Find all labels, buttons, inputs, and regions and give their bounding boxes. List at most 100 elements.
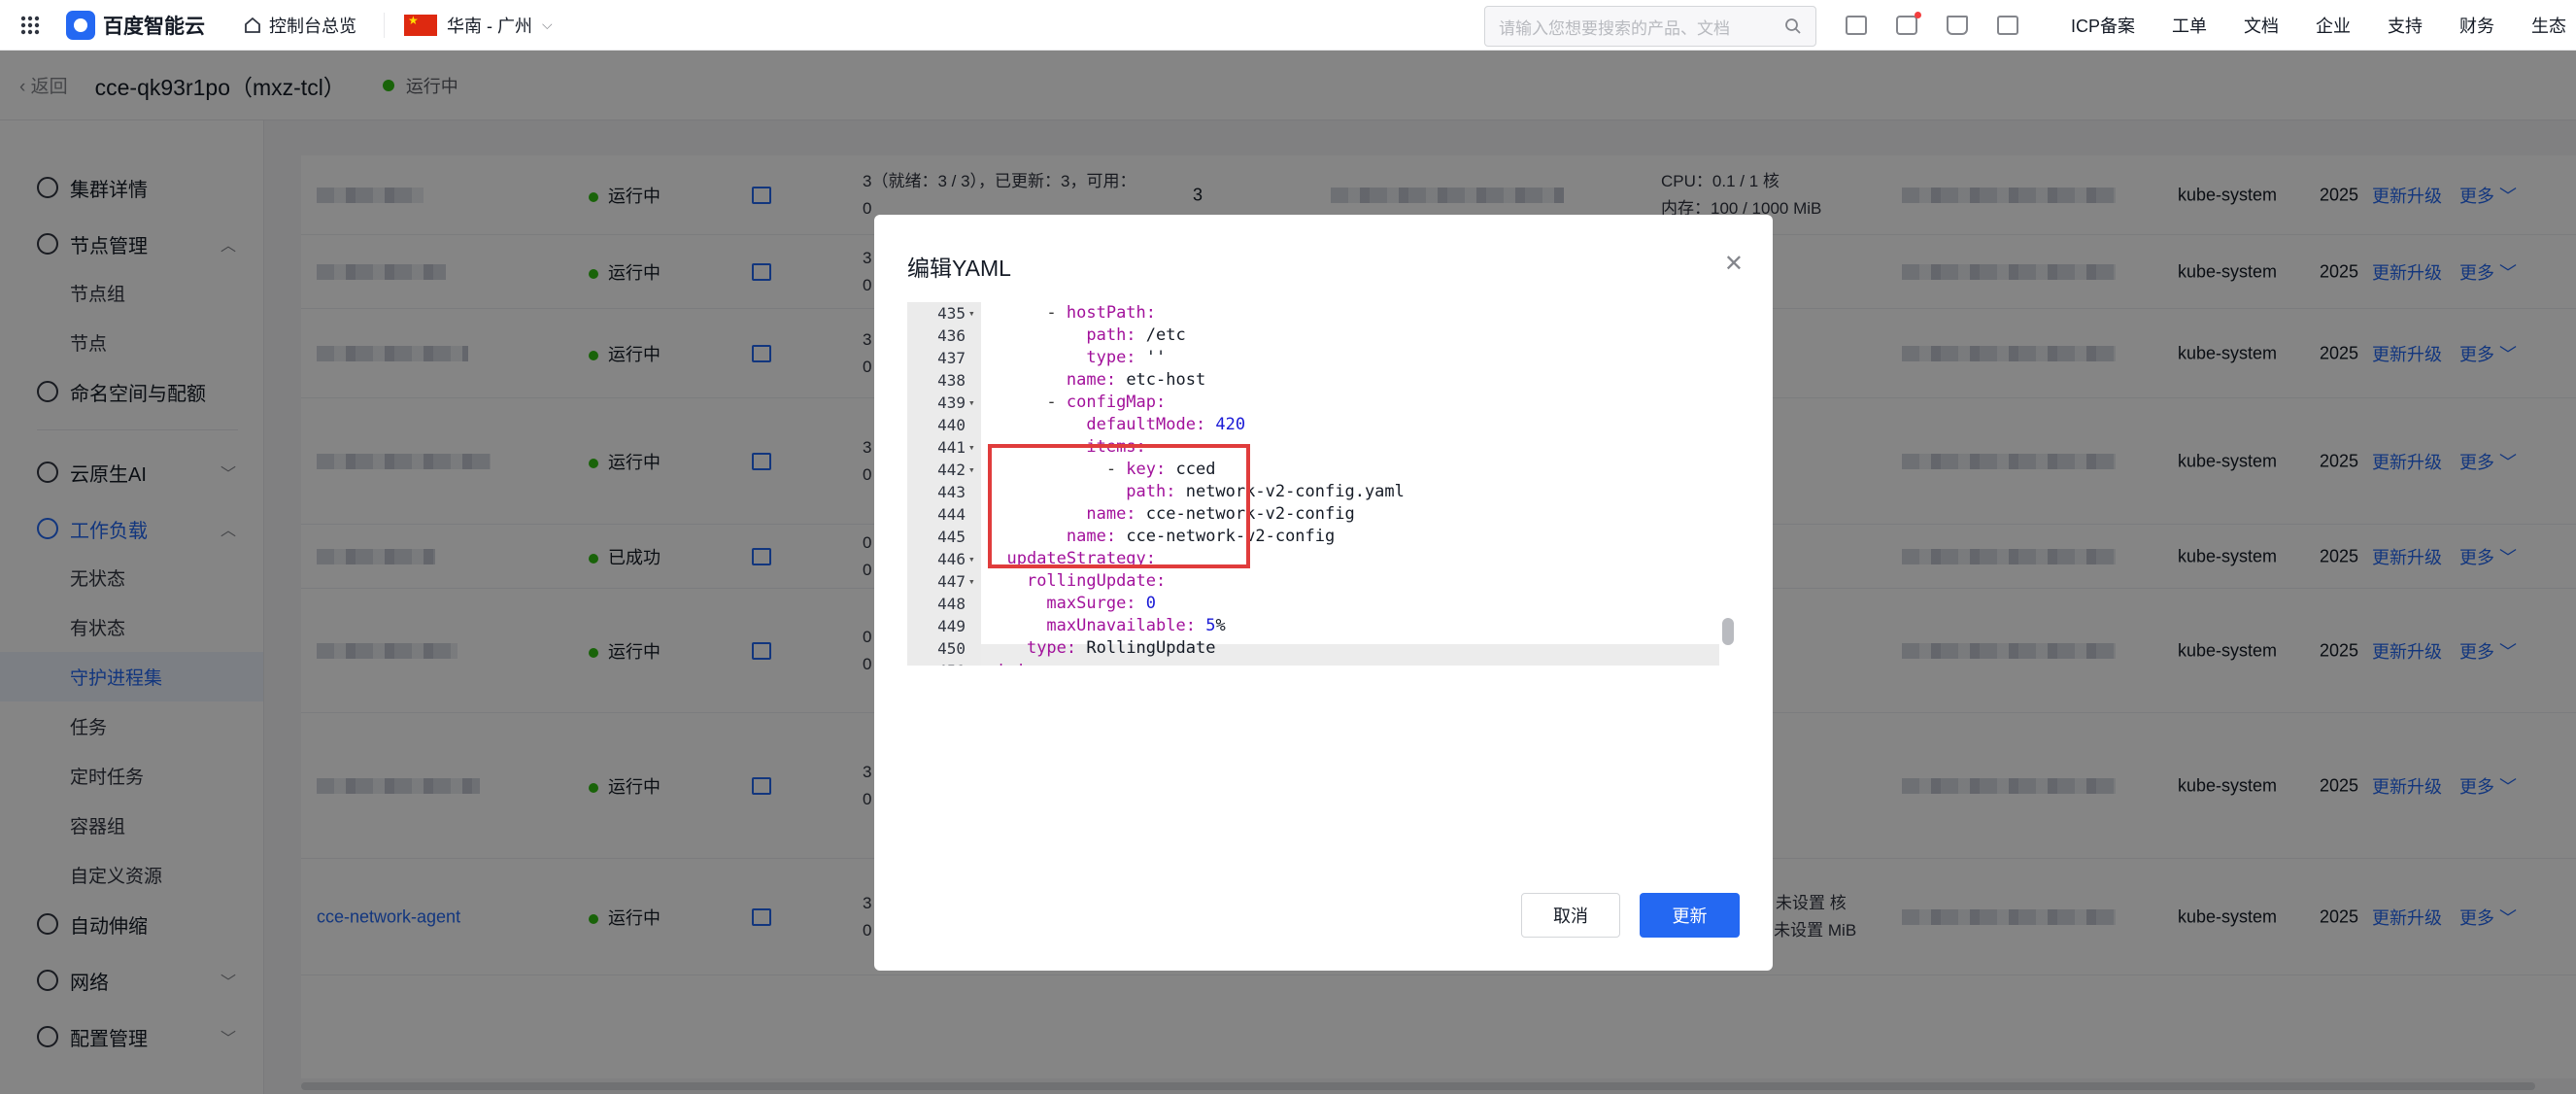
search-icon[interactable] (1784, 17, 1802, 35)
yaml-token: /etc (1135, 325, 1186, 345)
yaml-token: configMap: (1066, 393, 1167, 412)
line-number: 436 (937, 326, 966, 345)
yaml-code: path: /etc (987, 325, 1186, 347)
yaml-token: 5 (1195, 616, 1216, 635)
yaml-token: type: (1026, 638, 1077, 658)
yaml-token: maxSurge: (1046, 594, 1136, 613)
yaml-token (987, 325, 1086, 345)
yaml-line: 450 type: RollingUpdate (907, 637, 1740, 660)
yaml-token: 420 (1205, 415, 1246, 434)
yaml-token (987, 594, 1046, 613)
top-link-ecosystem[interactable]: 生态 (2531, 13, 2566, 38)
fold-toggle-icon[interactable]: ▾ (968, 660, 975, 666)
top-link-ticket[interactable]: 工单 (2172, 13, 2207, 38)
region-selector[interactable]: 华南 - 广州 ⌵ (384, 12, 553, 38)
yaml-token: status: (987, 661, 1057, 666)
top-link-enterprise[interactable]: 企业 (2316, 13, 2351, 38)
cart-icon[interactable] (1947, 16, 1968, 35)
line-number: 435 (937, 304, 966, 323)
fold-toggle-icon[interactable]: ▾ (968, 392, 975, 414)
annotation-box (988, 444, 1250, 568)
top-navbar: 百度智能云 控制台总览 华南 - 广州 ⌵ 请输入您想要搜索的产品、文档 ICP… (0, 0, 2576, 51)
line-number: 444 (937, 505, 966, 524)
dialog-title: 编辑YAML (907, 256, 1011, 281)
search-placeholder: 请输入您想要搜索的产品、文档 (1499, 18, 1730, 38)
yaml-code: maxUnavailable: 5% (987, 615, 1226, 637)
china-flag-icon (404, 14, 437, 36)
close-icon[interactable]: ✕ (1724, 250, 1744, 278)
chevron-down-icon: ⌵ (542, 17, 553, 32)
yaml-token: type: (1086, 348, 1136, 367)
yaml-token: hostPath: (1066, 303, 1157, 323)
line-number: 442 (937, 461, 966, 479)
line-number: 445 (937, 528, 966, 546)
edit-yaml-dialog: 编辑YAML ✕ 435 ▾ - hostPath: 436 path: /etc 4… (874, 215, 1773, 971)
console-home-link[interactable]: 控制台总览 (244, 13, 356, 38)
yaml-code: status: (987, 660, 1057, 666)
message-icon[interactable] (1896, 12, 1921, 35)
yaml-token: '' (1135, 348, 1167, 367)
apps-grid-icon[interactable] (0, 0, 60, 51)
top-link-support[interactable]: 支持 (2388, 13, 2423, 38)
yaml-editor[interactable]: 435 ▾ - hostPath: 436 path: /etc 437 type: … (907, 302, 1740, 666)
qrcode-icon[interactable] (1846, 16, 1867, 35)
yaml-token: 0 (1135, 594, 1157, 613)
yaml-code: defaultMode: 420 (987, 414, 1245, 436)
line-number: 448 (937, 595, 966, 613)
vertical-scrollbar[interactable] (1722, 618, 1734, 645)
console-home-label: 控制台总览 (269, 16, 356, 36)
yaml-line: 451▾ status: (907, 660, 1740, 666)
line-number: 443 (937, 483, 966, 501)
cloud-logo-icon (66, 10, 95, 40)
top-link-finance[interactable]: 财务 (2459, 13, 2494, 38)
top-link-icp[interactable]: ICP备案 (2071, 13, 2135, 38)
fold-toggle-icon[interactable]: ▾ (968, 570, 975, 593)
line-number: 451 (907, 660, 966, 666)
yaml-token (987, 571, 1027, 591)
line-number: 438 (937, 371, 966, 390)
yaml-code: - hostPath: (987, 302, 1156, 325)
fold-toggle-icon[interactable]: ▾ (968, 459, 975, 481)
yaml-token: % (1215, 616, 1226, 635)
yaml-line: 447 ▾ rollingUpdate: (907, 570, 1740, 593)
top-links: ICP备案 工单 文档 企业 支持 财务 生态 (2071, 0, 2566, 51)
yaml-line: 438 name: etc-host (907, 369, 1740, 392)
yaml-token: name: (1066, 370, 1117, 390)
line-number: 449 (937, 617, 966, 635)
yaml-code: type: '' (987, 347, 1166, 369)
cancel-button[interactable]: 取消 (1521, 893, 1620, 938)
line-number: 447 (937, 572, 966, 591)
yaml-code: - configMap: (987, 392, 1166, 414)
yaml-token: rollingUpdate: (1026, 571, 1167, 591)
yaml-token (987, 415, 1086, 434)
yaml-token: - (987, 303, 1067, 323)
yaml-line: 437 type: '' (907, 347, 1740, 369)
fold-toggle-icon[interactable]: ▾ (968, 548, 975, 570)
bill-icon[interactable] (1997, 16, 2018, 35)
fold-toggle-icon[interactable]: ▾ (968, 436, 975, 459)
yaml-token: etc-host (1116, 370, 1206, 390)
region-label: 华南 - 广州 (447, 16, 532, 36)
search-input[interactable]: 请输入您想要搜索的产品、文档 (1484, 6, 1816, 47)
yaml-code: name: etc-host (987, 369, 1205, 392)
yaml-code: maxSurge: 0 (987, 593, 1156, 615)
yaml-line: 436 path: /etc (907, 325, 1740, 347)
line-number: 441 (937, 438, 966, 457)
update-button[interactable]: 更新 (1640, 893, 1740, 938)
yaml-line: 449 maxUnavailable: 5% (907, 615, 1740, 637)
yaml-token (987, 348, 1086, 367)
top-link-docs[interactable]: 文档 (2244, 13, 2279, 38)
brand-name: 百度智能云 (103, 15, 205, 38)
fold-toggle-icon[interactable]: ▾ (968, 302, 975, 325)
yaml-token (987, 638, 1027, 658)
yaml-token (987, 370, 1067, 390)
yaml-line: 448 maxSurge: 0 (907, 593, 1740, 615)
line-number: 446 (937, 550, 966, 568)
yaml-line: 440 defaultMode: 420 (907, 414, 1740, 436)
yaml-line: 435 ▾ - hostPath: (907, 302, 1740, 325)
yaml-token: path: (1086, 325, 1136, 345)
brand-logo[interactable]: 百度智能云 (66, 10, 205, 40)
line-number: 440 (937, 416, 966, 434)
yaml-token (987, 616, 1046, 635)
home-icon (245, 17, 260, 33)
